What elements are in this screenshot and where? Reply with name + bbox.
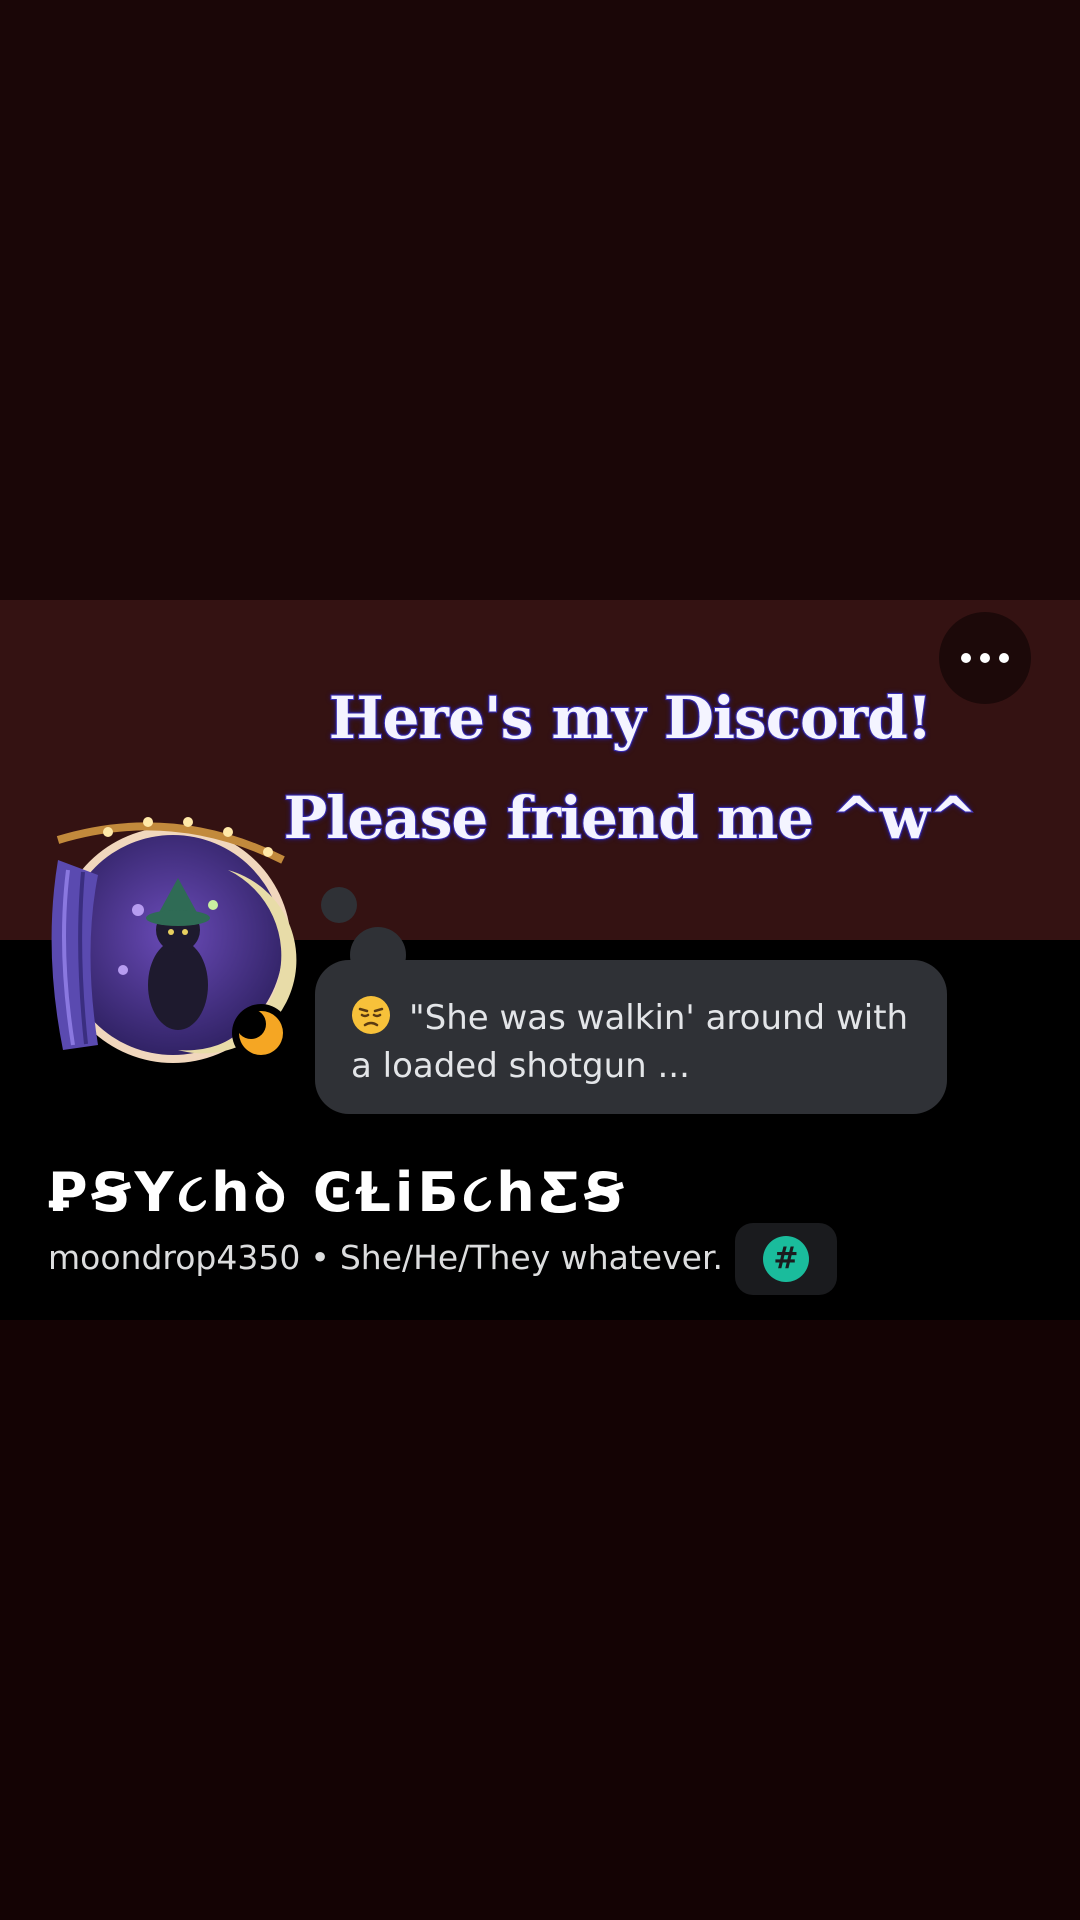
username-row: moondrop4350 • She/He/They whatever. [48,1234,723,1282]
overlay-caption: Here's my Discord! Please friend me ^w^ [250,668,1010,868]
ellipsis-icon [961,653,971,663]
custom-status-text: "She was walkin' around with a loaded sh… [351,998,909,1086]
hashtag-badge-icon: # [763,1236,809,1282]
custom-status-bubble[interactable]: "She was walkin' around with a loaded sh… [315,960,947,1114]
username: moondrop4350 [48,1238,301,1277]
separator-dot: • [310,1238,330,1277]
display-name: ꝐꞨY૮hꝺ ϾⱢiƂ૮hƸꞨ [48,1161,628,1224]
idle-moon-icon [232,1004,290,1062]
pronouns: She/He/They whatever. [339,1238,723,1277]
caption-line-2: Please friend me ^w^ [283,783,979,853]
caption-line-1: Here's my Discord! [328,683,934,753]
video-bottom-background [0,1320,1080,1920]
video-top-background [0,0,1080,600]
persevering-face-emoji [352,996,390,1034]
ellipsis-dot [980,653,990,663]
ellipsis-dot [999,653,1009,663]
hashtag-badge-button[interactable]: # [735,1223,837,1295]
thought-bubble-dot [321,887,357,923]
